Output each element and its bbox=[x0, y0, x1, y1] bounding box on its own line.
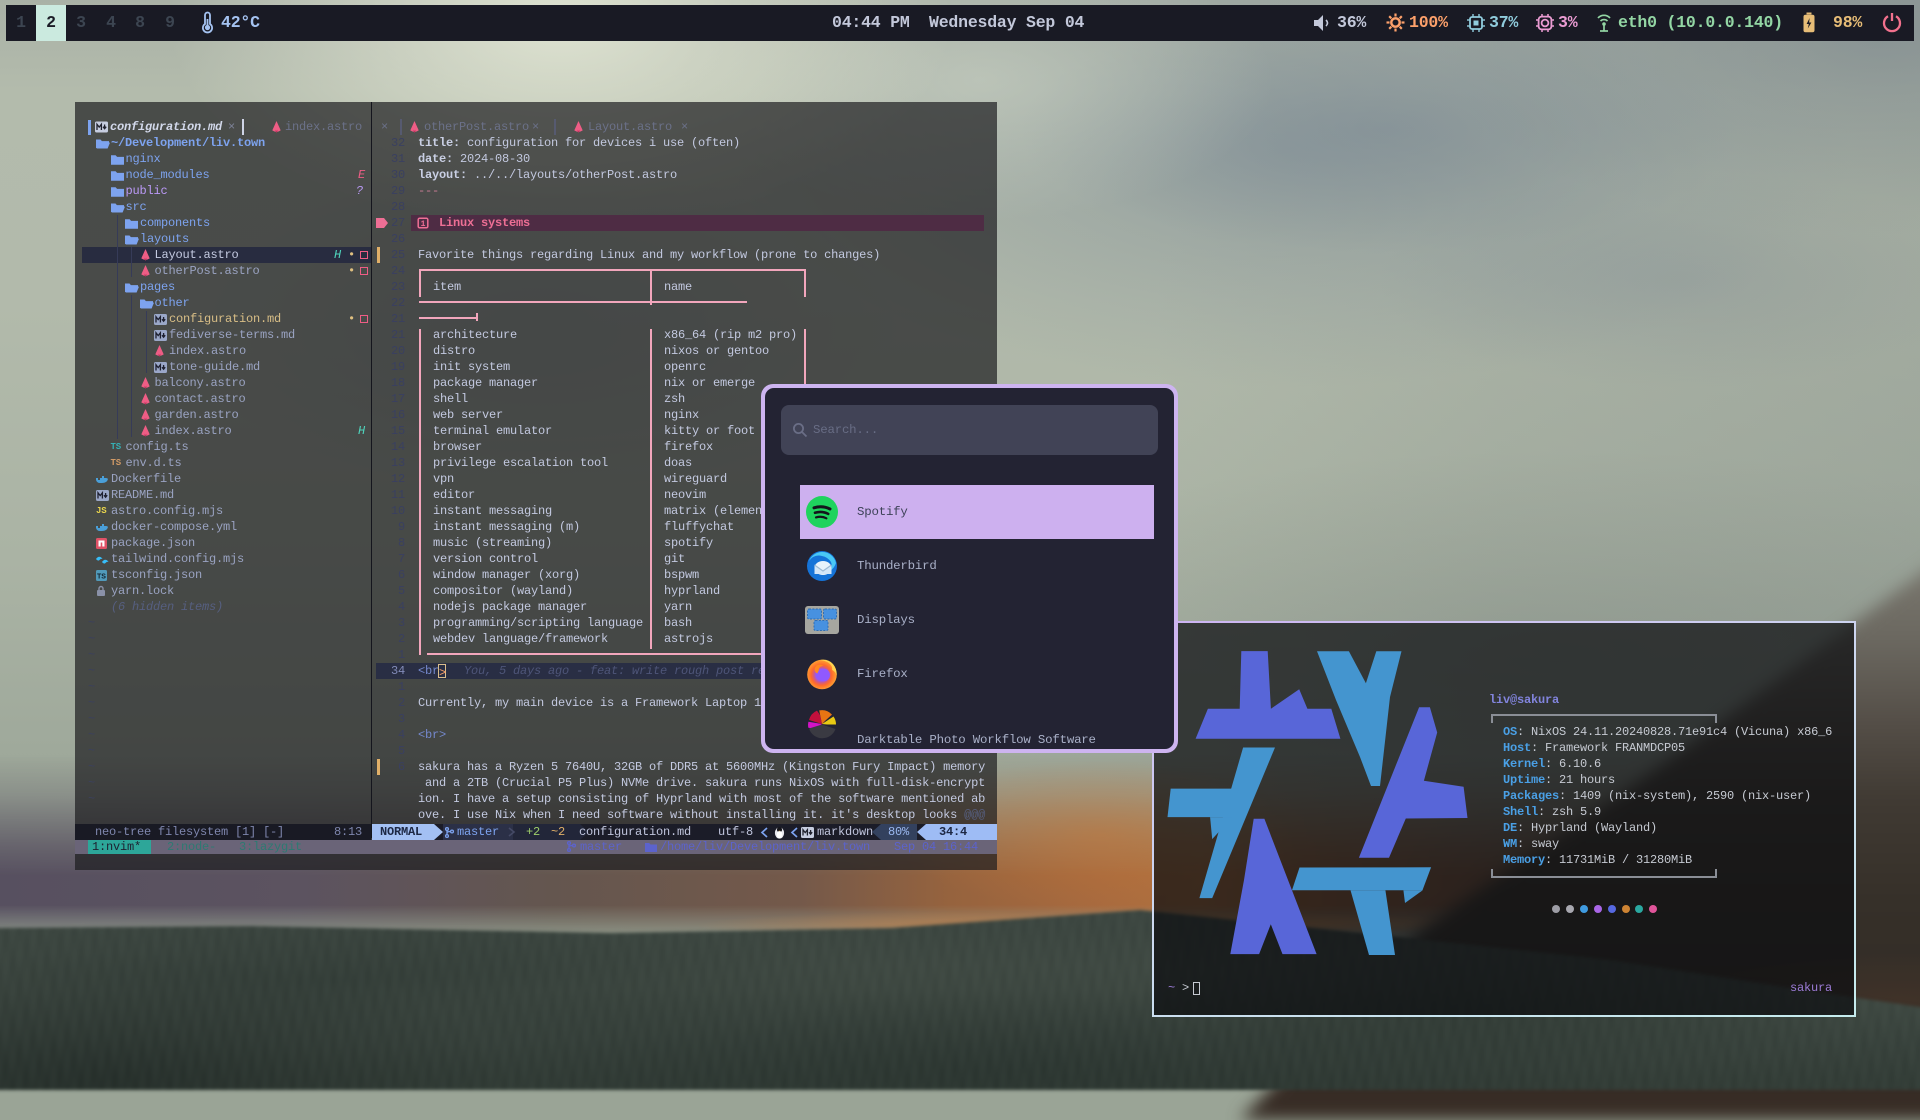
svg-text:TS: TS bbox=[97, 573, 106, 580]
svg-text:1: 1 bbox=[421, 220, 426, 229]
